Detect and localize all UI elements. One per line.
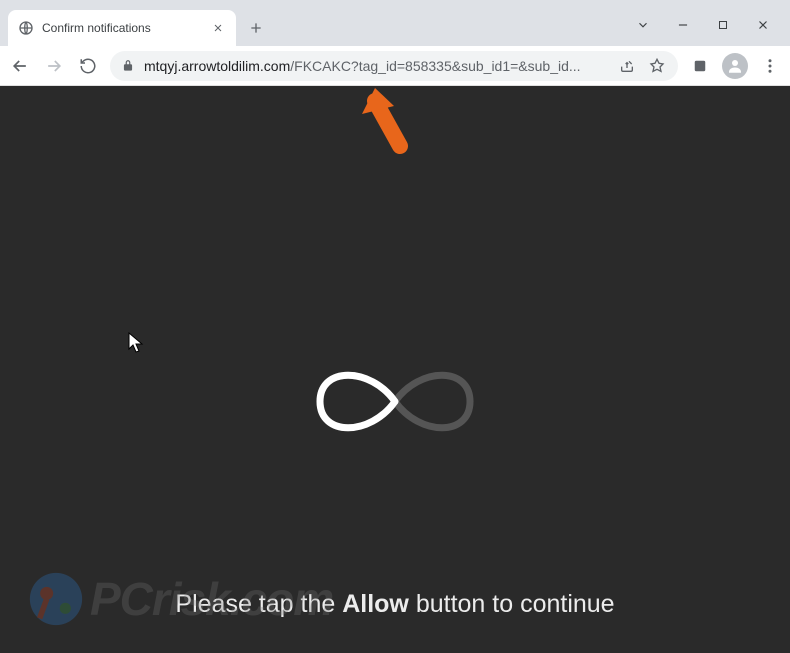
watermark-icon bbox=[28, 571, 84, 627]
back-button[interactable] bbox=[8, 54, 32, 78]
mouse-cursor-icon bbox=[128, 332, 144, 359]
close-window-button[interactable] bbox=[752, 14, 774, 36]
extensions-icon[interactable] bbox=[688, 54, 712, 78]
close-icon[interactable] bbox=[210, 20, 226, 36]
browser-titlebar: Confirm notifications bbox=[0, 0, 790, 46]
url-text: mtqyj.arrowtoldilim.com/FKCAKC?tag_id=85… bbox=[144, 58, 581, 74]
browser-tab[interactable]: Confirm notifications bbox=[8, 10, 236, 46]
infinity-spinner-icon bbox=[290, 346, 500, 461]
prompt-bold: Allow bbox=[342, 590, 409, 618]
url-host: mtqyj.arrowtoldilim.com bbox=[144, 58, 290, 74]
address-bar[interactable]: mtqyj.arrowtoldilim.com/FKCAKC?tag_id=85… bbox=[110, 51, 678, 81]
menu-icon[interactable] bbox=[758, 54, 782, 78]
watermark-text: PCrisk.com bbox=[90, 572, 333, 626]
globe-icon bbox=[18, 20, 34, 36]
bookmark-icon[interactable] bbox=[646, 55, 668, 77]
page-content: Please tap the Allow button to continue … bbox=[0, 86, 790, 653]
share-icon[interactable] bbox=[616, 55, 638, 77]
minimize-button[interactable] bbox=[672, 14, 694, 36]
annotation-arrow-icon bbox=[360, 86, 420, 161]
reload-button[interactable] bbox=[76, 54, 100, 78]
url-path: /FKCAKC?tag_id=858335&sub_id1=&sub_id... bbox=[290, 58, 580, 74]
profile-avatar[interactable] bbox=[722, 53, 748, 79]
prompt-post: button to continue bbox=[409, 590, 615, 618]
window-controls bbox=[632, 14, 790, 46]
chevron-down-icon[interactable] bbox=[632, 14, 654, 36]
new-tab-button[interactable] bbox=[242, 14, 270, 42]
lock-icon bbox=[120, 58, 136, 74]
browser-toolbar: mtqyj.arrowtoldilim.com/FKCAKC?tag_id=85… bbox=[0, 46, 790, 86]
forward-button[interactable] bbox=[42, 54, 66, 78]
watermark: PCrisk.com bbox=[28, 571, 333, 627]
maximize-button[interactable] bbox=[712, 14, 734, 36]
tab-title: Confirm notifications bbox=[42, 21, 202, 35]
